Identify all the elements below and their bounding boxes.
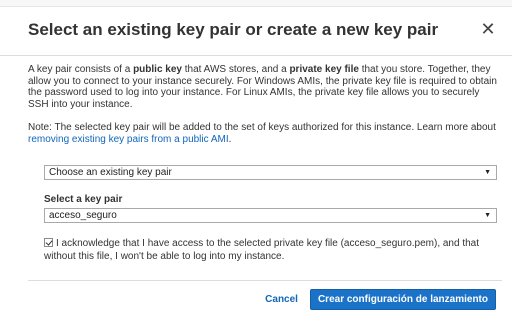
footer-divider	[28, 280, 502, 281]
key-pair-dialog: Select an existing key pair or create a …	[0, 0, 512, 321]
close-icon[interactable]: ✕	[480, 20, 496, 38]
description-bold-private-key: private key file	[289, 64, 359, 75]
key-pair-option-value: Choose an existing key pair	[49, 167, 172, 178]
dialog-footer: Cancel Crear configuración de lanzamient…	[265, 289, 496, 310]
description-text-2: that AWS stores, and a	[181, 64, 290, 75]
acknowledge-checkbox[interactable]	[44, 238, 53, 247]
select-key-pair-label: Select a key pair	[44, 194, 123, 205]
chevron-down-icon: ▼	[484, 169, 491, 176]
key-pair-option-select[interactable]: Choose an existing key pair ▼	[44, 165, 497, 180]
dialog-header: Select an existing key pair or create a …	[0, 6, 512, 56]
chevron-down-icon: ▼	[484, 212, 491, 219]
cancel-button[interactable]: Cancel	[265, 294, 298, 305]
note-paragraph: Note: The selected key pair will be adde…	[28, 122, 502, 145]
key-pair-description: A key pair consists of a public key that…	[28, 64, 502, 110]
note-text: Note: The selected key pair will be adde…	[28, 122, 496, 133]
note-suffix: .	[228, 133, 232, 145]
dialog-body: A key pair consists of a public key that…	[28, 64, 502, 145]
removing-key-pairs-link[interactable]: removing existing key pairs from a publi…	[28, 134, 229, 145]
acknowledge-row: I acknowledge that I have access to the …	[44, 238, 504, 263]
key-pair-select-value: acceso_seguro	[49, 210, 117, 221]
dialog-title: Select an existing key pair or create a …	[28, 20, 439, 39]
acknowledge-text: I acknowledge that I have access to the …	[44, 238, 480, 262]
key-pair-select[interactable]: acceso_seguro ▼	[44, 208, 497, 223]
create-launch-configuration-button[interactable]: Crear configuración de lanzamiento	[309, 289, 496, 310]
description-bold-public-key: public key	[133, 64, 182, 75]
description-text-1: A key pair consists of a	[28, 64, 134, 75]
